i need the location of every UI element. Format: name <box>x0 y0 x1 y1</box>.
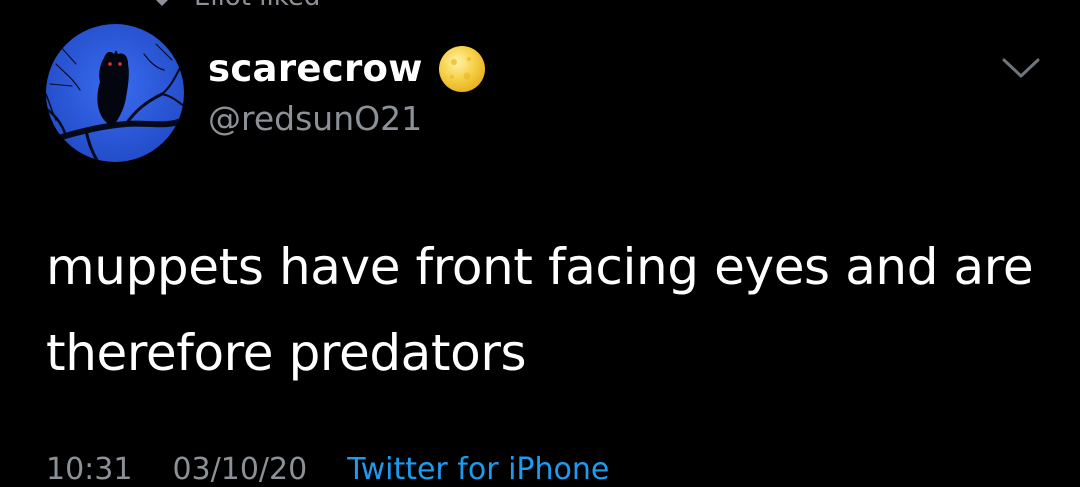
tweet-date: 03/10/20 <box>172 452 308 487</box>
tweet-metadata: 10:31 03/10/20 Twitter for iPhone <box>46 452 609 487</box>
liked-context-label: Eliot liked <box>194 0 320 12</box>
tweet-source-link[interactable]: Twitter for iPhone <box>347 452 609 487</box>
sun-emoji-icon <box>438 46 485 92</box>
chevron-down-icon[interactable] <box>1000 54 1042 82</box>
heart-icon <box>156 0 168 6</box>
social-context: Eliot liked <box>150 0 320 12</box>
username-handle[interactable]: @redsunO21 <box>208 98 422 140</box>
tweet-time: 10:31 <box>46 452 133 487</box>
author-name-row: scarecrow <box>208 44 487 94</box>
owl-silhouette-avatar <box>46 24 184 162</box>
tweet-text: muppets have front facing eyes and are t… <box>46 238 1034 382</box>
display-name[interactable]: scarecrow <box>208 47 423 91</box>
avatar[interactable] <box>46 24 184 162</box>
